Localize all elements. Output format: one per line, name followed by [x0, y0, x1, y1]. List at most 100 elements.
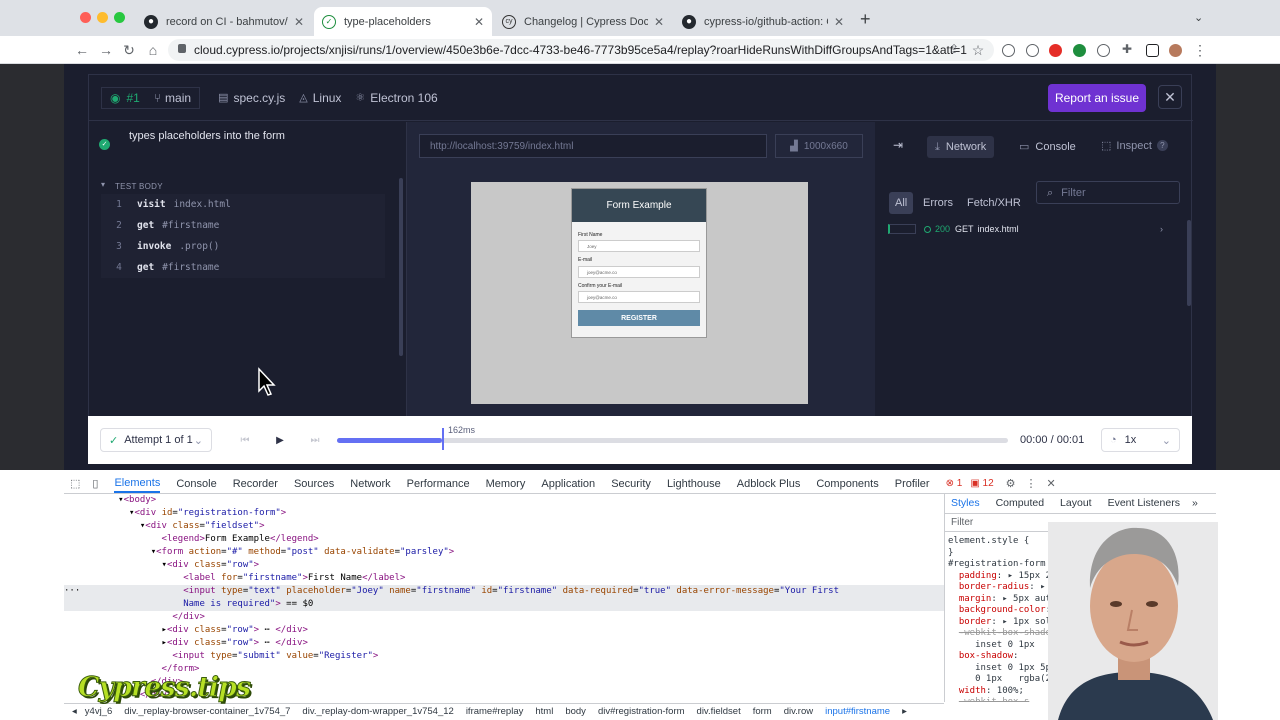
tab-event-listeners[interactable]: Event Listeners [1108, 497, 1180, 510]
home-icon[interactable]: ⌂ [145, 42, 161, 58]
speed-selector[interactable]: ◔ 1x ⌄ [1101, 428, 1180, 452]
tab-lighthouse[interactable]: Lighthouse [667, 478, 721, 490]
menu-kebab-icon[interactable]: ⋮ [1192, 42, 1208, 59]
panel-scrollbar[interactable] [1187, 220, 1191, 306]
close-tab-icon[interactable]: ✕ [834, 15, 844, 29]
tab-profiler[interactable]: Profiler [895, 478, 930, 490]
more-tabs-icon[interactable]: » [1192, 497, 1198, 510]
tab-network[interactable]: ⤓ Network [927, 136, 995, 158]
dom-line[interactable]: ▸<div class="row"> ⋯ </div> [64, 625, 308, 635]
timeline-marker[interactable] [442, 428, 444, 450]
dom-line[interactable]: </div> [64, 612, 205, 622]
dom-line[interactable]: ▸<div class="row"> ⋯ </div> [64, 638, 308, 648]
command-row[interactable]: 1 visit index.html [101, 194, 385, 215]
dom-line-selected[interactable]: ··· <input type="text" placeholder="Joey… [64, 585, 944, 611]
filter-errors[interactable]: Errors [917, 192, 959, 214]
extension-icon[interactable] [1073, 44, 1086, 57]
dom-tree[interactable]: ▾<body> ▾<div id="registration-form"> ▾<… [64, 494, 944, 702]
browser-tab[interactable]: ● record on CI - bahmutov/type- ✕ [136, 7, 312, 36]
share-icon[interactable]: ⇪ [946, 42, 962, 56]
tab-console[interactable]: Console [176, 478, 216, 490]
breadcrumb-item[interactable]: form [753, 706, 772, 717]
tab-network[interactable]: Network [350, 478, 390, 490]
close-tab-icon[interactable]: ✕ [654, 15, 664, 29]
tab-security[interactable]: Security [611, 478, 651, 490]
tab-computed[interactable]: Computed [996, 497, 1044, 510]
inspect-element-icon[interactable]: ⬚ [70, 477, 80, 490]
scrollbar[interactable] [399, 178, 403, 356]
breadcrumb-item[interactable]: div.row [784, 706, 813, 717]
reload-icon[interactable]: ↻ [121, 42, 137, 59]
tab-inspect[interactable]: ⬚ Inspect ? [1101, 139, 1168, 152]
help-icon[interactable]: ? [1156, 140, 1168, 151]
back-icon[interactable]: ← [74, 42, 90, 58]
browser-tab[interactable]: cy Changelog | Cypress Documen ✕ [494, 7, 672, 36]
network-request-row[interactable]: 200 GET index.html › [888, 224, 1178, 234]
kebab-menu-icon[interactable]: ⋮ [1026, 477, 1037, 490]
extension-icon[interactable] [1026, 44, 1039, 57]
collapse-panel-icon[interactable]: ⇥ [893, 138, 903, 152]
browser-tab-active[interactable]: ✓ type-placeholders ✕ [314, 7, 492, 36]
dom-line[interactable]: ▾<body> [64, 495, 156, 505]
warning-count-badge[interactable]: ▣ 12 [970, 478, 993, 489]
network-filter-input[interactable]: ⌕ Filter [1036, 181, 1180, 204]
adblock-icon[interactable] [1049, 44, 1062, 57]
tab-elements[interactable]: Elements [114, 477, 161, 493]
dom-line[interactable]: ▾<div class="fieldset"> [64, 521, 265, 531]
tab-memory[interactable]: Memory [486, 478, 526, 490]
close-window-button[interactable] [80, 12, 91, 23]
dom-line[interactable]: <input type="submit" value="Register"> [64, 651, 378, 661]
tab-components[interactable]: Components [816, 478, 878, 490]
chevron-down-icon[interactable]: ▾ [101, 180, 105, 189]
tab-layout[interactable]: Layout [1060, 497, 1092, 510]
breadcrumb-scroll-left-icon[interactable]: ◂ [72, 706, 77, 717]
aut-url-bar[interactable]: http://localhost:39759/index.html [419, 134, 767, 158]
breadcrumb-scroll-right-icon[interactable]: ▸ [902, 706, 907, 717]
minimize-window-button[interactable] [97, 12, 108, 23]
breadcrumb-item[interactable]: div._replay-browser-container_1v754_7 [124, 706, 290, 717]
report-issue-button[interactable]: Report an issue [1048, 84, 1146, 112]
previous-button[interactable]: ⏮ [232, 428, 258, 452]
error-count-badge[interactable]: ⊗ 1 [946, 478, 963, 489]
bookmark-star-icon[interactable]: ☆ [970, 42, 986, 59]
command-row[interactable]: 4 get #firstname [101, 257, 385, 278]
dom-line[interactable]: ▾<div class="row"> [64, 560, 260, 570]
extension-icon[interactable] [1002, 44, 1015, 57]
play-button[interactable]: ▶ [267, 428, 293, 452]
breadcrumb-item[interactable]: input#firstname [825, 706, 890, 717]
breadcrumb-item[interactable]: div._replay-dom-wrapper_1v754_12 [302, 706, 453, 717]
tab-sources[interactable]: Sources [294, 478, 334, 490]
close-icon[interactable]: ✕ [1158, 85, 1182, 109]
chevron-right-icon[interactable]: › [1160, 224, 1163, 234]
breadcrumb-item[interactable]: iframe#replay [466, 706, 524, 717]
sidebar-icon[interactable] [1146, 44, 1159, 57]
command-row[interactable]: 3 invoke .prop() [101, 236, 385, 257]
browser-tab[interactable]: ● cypress-io/github-action: GitH ✕ [674, 7, 852, 36]
dom-line[interactable]: <label for="firstname">First Name</label… [64, 573, 405, 583]
tab-console[interactable]: ▭ Console [1019, 140, 1076, 154]
extensions-puzzle-icon[interactable]: ✚ [1119, 42, 1135, 56]
breadcrumb-item[interactable]: html [535, 706, 553, 717]
breadcrumb-item[interactable]: div#registration-form [598, 706, 685, 717]
dom-line[interactable]: ▾<form action="#" method="post" data-val… [64, 547, 455, 557]
profile-avatar[interactable] [1169, 44, 1182, 57]
device-toggle-icon[interactable]: ▯ [92, 477, 98, 490]
close-tab-icon[interactable]: ✕ [474, 15, 484, 29]
close-devtools-icon[interactable]: ✕ [1047, 477, 1056, 490]
test-title[interactable]: types placeholders into the form [129, 130, 285, 142]
dom-line[interactable]: ▾<div id="registration-form"> [64, 508, 286, 518]
attempt-selector[interactable]: ✓ Attempt 1 of 1 ⌄ [100, 428, 212, 452]
timeline-track[interactable]: 162ms [337, 425, 1008, 450]
forward-icon[interactable]: → [98, 42, 114, 58]
new-tab-button[interactable]: + [860, 9, 871, 30]
tab-search-icon[interactable]: ⌄ [1194, 11, 1203, 24]
register-button[interactable]: REGISTER [578, 310, 700, 326]
next-button[interactable]: ⏭ [302, 428, 328, 452]
tab-recorder[interactable]: Recorder [233, 478, 278, 490]
settings-gear-icon[interactable]: ⚙ [1006, 477, 1016, 490]
breadcrumb-item[interactable]: y4vj_6 [85, 706, 112, 717]
tab-styles[interactable]: Styles [951, 497, 980, 510]
confirm-email-field[interactable]: joey@acme.co [578, 291, 700, 303]
maximize-window-button[interactable] [114, 12, 125, 23]
first-name-field[interactable]: Joey [578, 240, 700, 252]
